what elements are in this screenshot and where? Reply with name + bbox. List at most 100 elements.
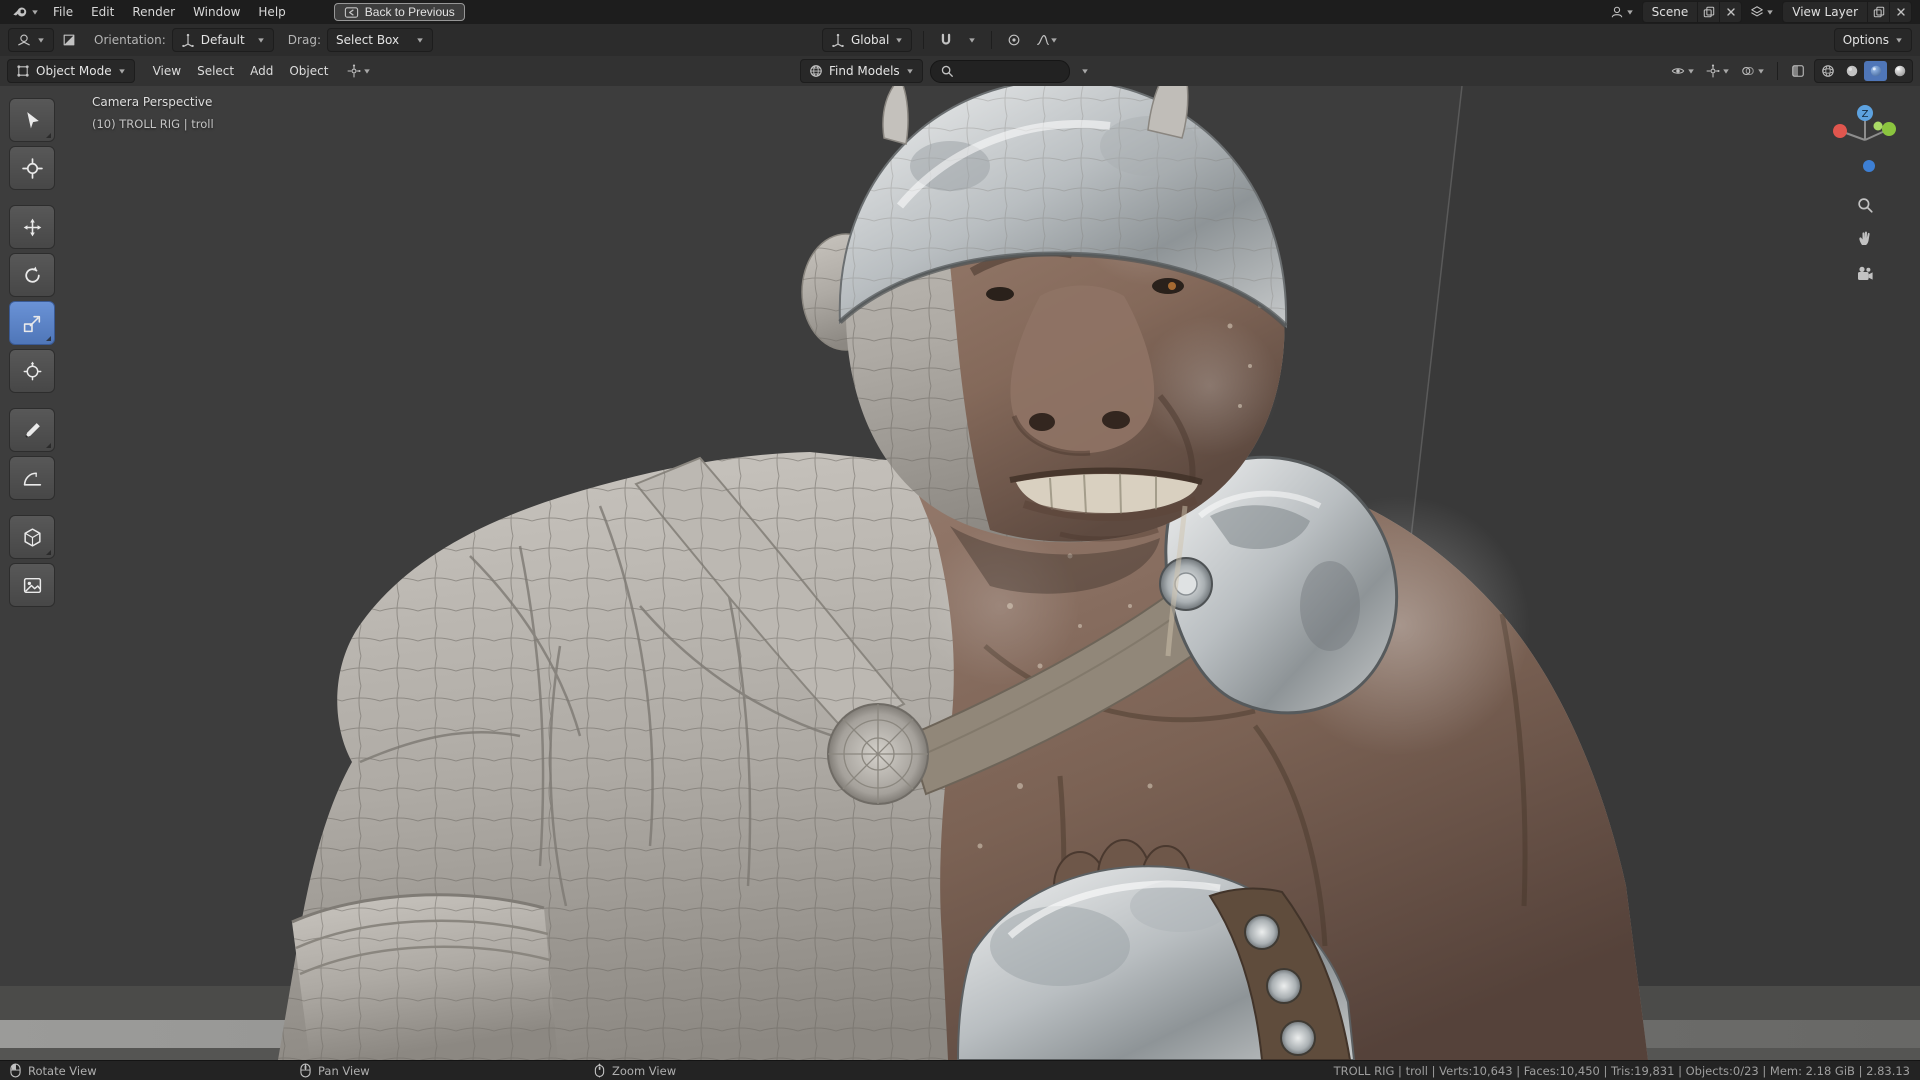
tool-scale[interactable]: [9, 301, 55, 345]
viewport-pan-button[interactable]: [1854, 227, 1876, 249]
mode-dropdown[interactable]: Object Mode: [7, 59, 135, 83]
status-bar: Rotate View Pan View Zoom View TROLL RIG…: [0, 1060, 1920, 1080]
back-to-previous-button[interactable]: Back to Previous: [333, 3, 465, 21]
gizmo-z-label: Z: [1862, 109, 1869, 120]
navigation-gizmo[interactable]: Z: [1825, 100, 1905, 180]
shading-solid-button[interactable]: [1840, 61, 1863, 81]
menu-file[interactable]: File: [45, 2, 81, 22]
view-layer-icon: [1750, 5, 1764, 19]
object-visibility-dropdown[interactable]: [1668, 64, 1698, 78]
delete-scene-button[interactable]: [1719, 2, 1741, 22]
tool-texture[interactable]: [9, 563, 55, 607]
find-models-group: Find Models: [800, 56, 1093, 86]
material-sphere-icon: [1869, 64, 1883, 78]
tool-transform[interactable]: [9, 349, 55, 393]
browse-view-layer-dropdown[interactable]: [1747, 5, 1777, 19]
troll-model-scene[interactable]: [0, 86, 1920, 1060]
subtool-indicator: [46, 550, 51, 555]
camera-icon: [1856, 265, 1874, 283]
tool-annotate[interactable]: [9, 408, 55, 452]
snap-settings-dropdown[interactable]: [964, 29, 980, 51]
find-models-label: Find Models: [829, 64, 900, 78]
menu-help[interactable]: Help: [250, 2, 293, 22]
browse-scene-dropdown[interactable]: [1607, 5, 1637, 19]
toggle-camera-view-button[interactable]: [1854, 263, 1876, 285]
scene-icon: [1610, 5, 1624, 19]
orientation-dropdown[interactable]: Default: [171, 28, 274, 52]
back-arrow-icon: [344, 5, 359, 20]
show-gizmo-dropdown[interactable]: [1703, 64, 1733, 78]
menu-view[interactable]: View: [145, 61, 189, 81]
scene-name[interactable]: Scene: [1643, 5, 1698, 19]
drag-label: Drag:: [287, 33, 321, 47]
proportional-falloff-dropdown[interactable]: [1032, 29, 1062, 51]
transform-orientation-dropdown[interactable]: Global: [822, 28, 913, 52]
menu-render[interactable]: Render: [124, 2, 183, 22]
viewport-view-label: Camera Perspective: [92, 95, 213, 109]
viewport-zoom-button[interactable]: [1854, 194, 1876, 216]
menu-select[interactable]: Select: [189, 61, 242, 81]
transform-icon: [22, 361, 43, 382]
tool-cursor[interactable]: [9, 146, 55, 190]
transform-pivot-dropdown[interactable]: [344, 64, 374, 78]
menu-edit[interactable]: Edit: [83, 2, 122, 22]
new-view-layer-button[interactable]: [1867, 2, 1889, 22]
chevron-down-icon: [1766, 8, 1774, 16]
chevron-down-icon: [363, 67, 371, 75]
tool-rotate[interactable]: [9, 253, 55, 297]
hand-icon: [1856, 229, 1874, 247]
blender-app-menu[interactable]: [8, 4, 43, 20]
rotate-icon: [22, 265, 43, 286]
tool-group-gap: [9, 504, 55, 511]
shading-rendered-button[interactable]: [1888, 61, 1911, 81]
3d-viewport[interactable]: Camera Perspective (10) TROLL RIG | trol…: [0, 86, 1920, 1060]
subtool-indicator: [46, 336, 51, 341]
tool-select-box[interactable]: [9, 98, 55, 142]
chevron-down-icon: [31, 8, 39, 16]
model-search-box: [929, 59, 1070, 83]
3d-cursor-icon: [22, 158, 43, 179]
snap-toggle[interactable]: [935, 29, 957, 51]
shading-material-button[interactable]: [1864, 61, 1887, 81]
chevron-down-icon: [416, 36, 424, 44]
drag-value: Select Box: [335, 33, 400, 47]
transform-orientation-value: Global: [851, 33, 890, 47]
tool-group-gap: [9, 194, 55, 201]
chevron-down-icon: [1050, 36, 1058, 44]
tool-measure[interactable]: [9, 456, 55, 500]
gizmo-x-axis[interactable]: [1833, 124, 1847, 138]
chevron-down-icon: [118, 67, 126, 75]
drag-dropdown[interactable]: Select Box: [326, 28, 433, 52]
model-search-input[interactable]: [959, 63, 1060, 79]
hint-rotate-view: Rotate View: [10, 1061, 97, 1080]
options-dropdown[interactable]: Options: [1833, 28, 1912, 52]
menu-window[interactable]: Window: [185, 2, 248, 22]
scene-statistics: TROLL RIG | troll | Verts:10,643 | Faces…: [1333, 1063, 1910, 1078]
tool-group-gap: [9, 397, 55, 404]
remove-view-layer-button[interactable]: [1889, 2, 1911, 22]
shading-wireframe-button[interactable]: [1816, 61, 1839, 81]
editor-type-dropdown[interactable]: [8, 28, 54, 52]
show-overlays-dropdown[interactable]: [1738, 64, 1768, 78]
hint-label: Rotate View: [28, 1063, 97, 1078]
view-layer-name[interactable]: View Layer: [1783, 5, 1867, 19]
menu-object[interactable]: Object: [281, 61, 336, 81]
eye-icon: [1671, 64, 1685, 78]
gizmo-y-axis[interactable]: [1882, 122, 1896, 136]
menu-add[interactable]: Add: [242, 61, 281, 81]
search-options-dropdown[interactable]: [1077, 60, 1093, 82]
tool-move[interactable]: [9, 205, 55, 249]
gizmo-neg-z-axis[interactable]: [1863, 160, 1875, 172]
gizmo-icon: [1706, 64, 1720, 78]
new-scene-button[interactable]: [1697, 2, 1719, 22]
find-models-dropdown[interactable]: Find Models: [800, 59, 923, 83]
separator: [1777, 62, 1778, 80]
cursor-icon: [22, 110, 43, 131]
mouse-scroll-icon: [594, 1063, 605, 1078]
toggle-xray-button[interactable]: [1787, 60, 1809, 82]
tool-add-cube[interactable]: [9, 515, 55, 559]
search-icon: [940, 64, 954, 78]
proportional-editing-toggle[interactable]: [1003, 29, 1025, 51]
viewport-display-controls: [1668, 59, 1913, 83]
solid-sphere-icon: [1845, 64, 1859, 78]
